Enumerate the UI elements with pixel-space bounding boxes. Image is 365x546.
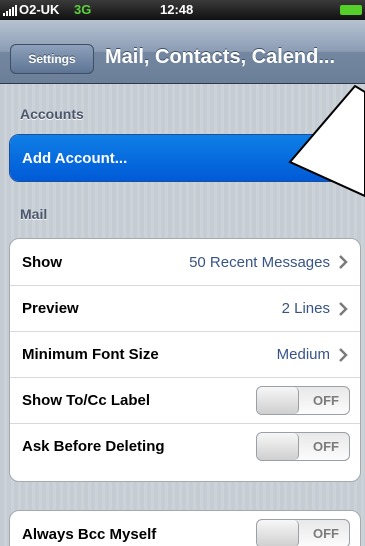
show-row[interactable]: Show 50 Recent Messages xyxy=(10,239,360,285)
show-label: Show xyxy=(22,253,62,271)
preview-label: Preview xyxy=(22,300,79,317)
toggle-state: OFF xyxy=(313,439,339,454)
chevron-right-icon xyxy=(339,255,348,269)
mail-section-header: Mail xyxy=(20,206,48,222)
battery-icon xyxy=(340,5,362,15)
toggle-knob xyxy=(257,433,299,460)
mail-settings-group: Show 50 Recent Messages Preview 2 Lines … xyxy=(9,238,361,482)
bcc-settings-group: Always Bcc Myself OFF xyxy=(9,510,361,546)
carrier-name: O2-UK xyxy=(19,2,60,17)
always-bcc-toggle[interactable]: OFF xyxy=(256,519,350,546)
add-account-label: Add Account... xyxy=(22,149,128,167)
show-value: 50 Recent Messages xyxy=(189,253,330,271)
network-type: 3G xyxy=(74,2,92,17)
preview-value: 2 Lines xyxy=(281,300,330,317)
status-bar: O2-UK 3G 12:48 xyxy=(0,0,365,20)
accounts-section-header: Accounts xyxy=(20,106,84,122)
ask-before-deleting-row: Ask Before Deleting OFF xyxy=(10,423,360,469)
accounts-group: Add Account... xyxy=(9,134,361,182)
always-bcc-label: Always Bcc Myself xyxy=(22,525,157,543)
toggle-state: OFF xyxy=(313,526,339,541)
always-bcc-row: Always Bcc Myself OFF xyxy=(10,511,360,546)
clock: 12:48 xyxy=(160,2,194,17)
navigation-bar: Settings Mail, Contacts, Calend... xyxy=(0,20,365,84)
signal-strength-icon xyxy=(3,4,17,16)
page-title: Mail, Contacts, Calend... xyxy=(105,46,336,68)
minimum-font-size-label: Minimum Font Size xyxy=(22,346,159,363)
show-tocc-label-row: Show To/Cc Label OFF xyxy=(10,377,360,423)
toggle-state: OFF xyxy=(313,393,339,408)
ask-before-deleting-label: Ask Before Deleting xyxy=(22,438,165,455)
preview-row[interactable]: Preview 2 Lines xyxy=(10,285,360,331)
add-account-row[interactable]: Add Account... xyxy=(10,135,360,181)
chevron-right-icon xyxy=(339,302,348,316)
toggle-knob xyxy=(257,387,299,414)
show-tocc-toggle[interactable]: OFF xyxy=(256,386,350,415)
settings-back-button[interactable]: Settings xyxy=(10,44,94,74)
chevron-right-icon xyxy=(339,348,348,362)
toggle-knob xyxy=(257,520,299,546)
ask-before-deleting-toggle[interactable]: OFF xyxy=(256,432,350,461)
show-tocc-label: Show To/Cc Label xyxy=(22,392,151,409)
minimum-font-size-value: Medium xyxy=(276,346,330,363)
minimum-font-size-row[interactable]: Minimum Font Size Medium xyxy=(10,331,360,377)
